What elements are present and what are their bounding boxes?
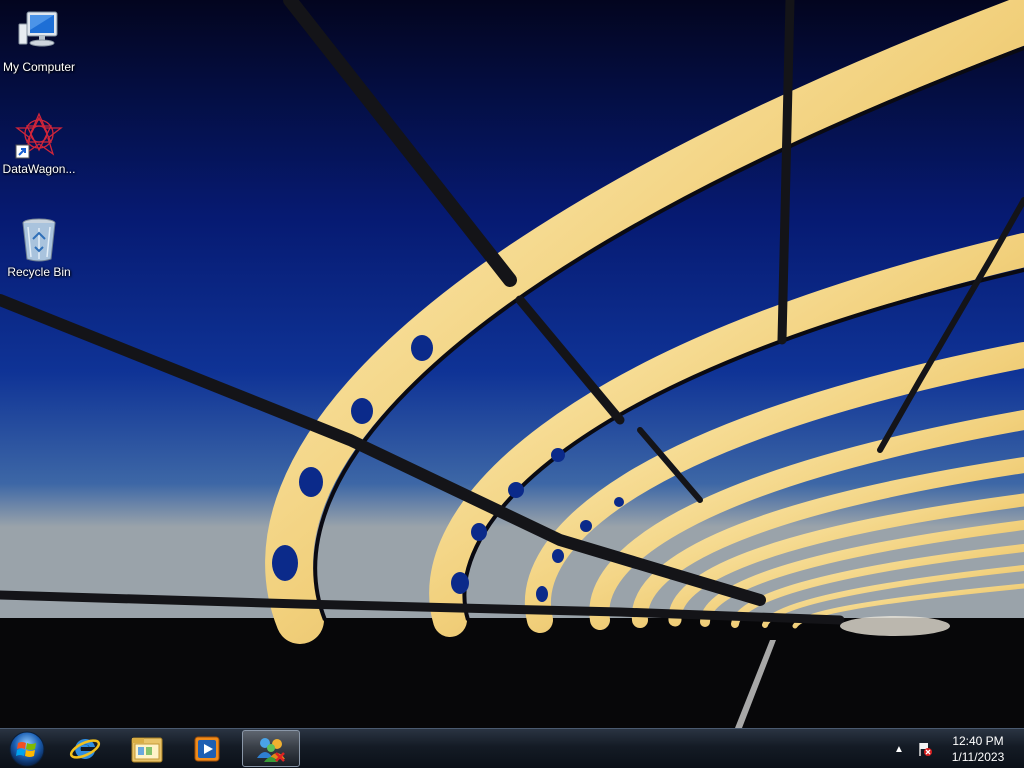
start-button[interactable] — [4, 730, 50, 767]
taskbar-media-player-button[interactable] — [178, 730, 236, 767]
desktop-icon-label: DataWagon... — [2, 162, 76, 176]
clock-date: 1/11/2023 — [951, 750, 1005, 764]
wallpaper-bridge-image — [0, 0, 1024, 728]
clock[interactable]: 12:40 PM 1/11/2023 — [938, 733, 1018, 765]
taskbar-users-app-button[interactable] — [242, 730, 300, 767]
desktop-icon-recycle-bin[interactable]: Recycle Bin — [0, 215, 79, 279]
recycle-bin-icon — [15, 215, 63, 263]
flag-error-icon[interactable] — [916, 740, 934, 758]
datawagon-shortcut-icon — [15, 112, 63, 160]
users-network-icon — [257, 737, 285, 762]
desktop[interactable]: My Computer DataWagon... Recycle Bin — [0, 0, 1024, 728]
desktop-icon-label: My Computer — [2, 60, 76, 74]
windows-start-orb-icon — [9, 731, 45, 766]
taskbar-internet-explorer-button[interactable] — [56, 730, 114, 767]
system-tray: ▲ 12:40 PM 1/11/2023 — [886, 729, 1024, 768]
up-arrow-icon[interactable]: ▲ — [890, 740, 908, 758]
clock-time: 12:40 PM — [952, 734, 1004, 748]
desktop-icon-datawagon[interactable]: DataWagon... — [0, 112, 79, 176]
computer-icon — [15, 10, 63, 58]
media-player-icon — [194, 736, 220, 761]
taskbar-windows-explorer-button[interactable] — [118, 730, 176, 767]
taskbar: ▲ 12:40 PM 1/11/2023 — [0, 728, 1024, 768]
internet-explorer-icon — [69, 738, 101, 759]
folder-explorer-icon — [131, 737, 163, 762]
desktop-icon-label: Recycle Bin — [7, 265, 71, 279]
desktop-icon-my-computer[interactable]: My Computer — [0, 10, 79, 74]
